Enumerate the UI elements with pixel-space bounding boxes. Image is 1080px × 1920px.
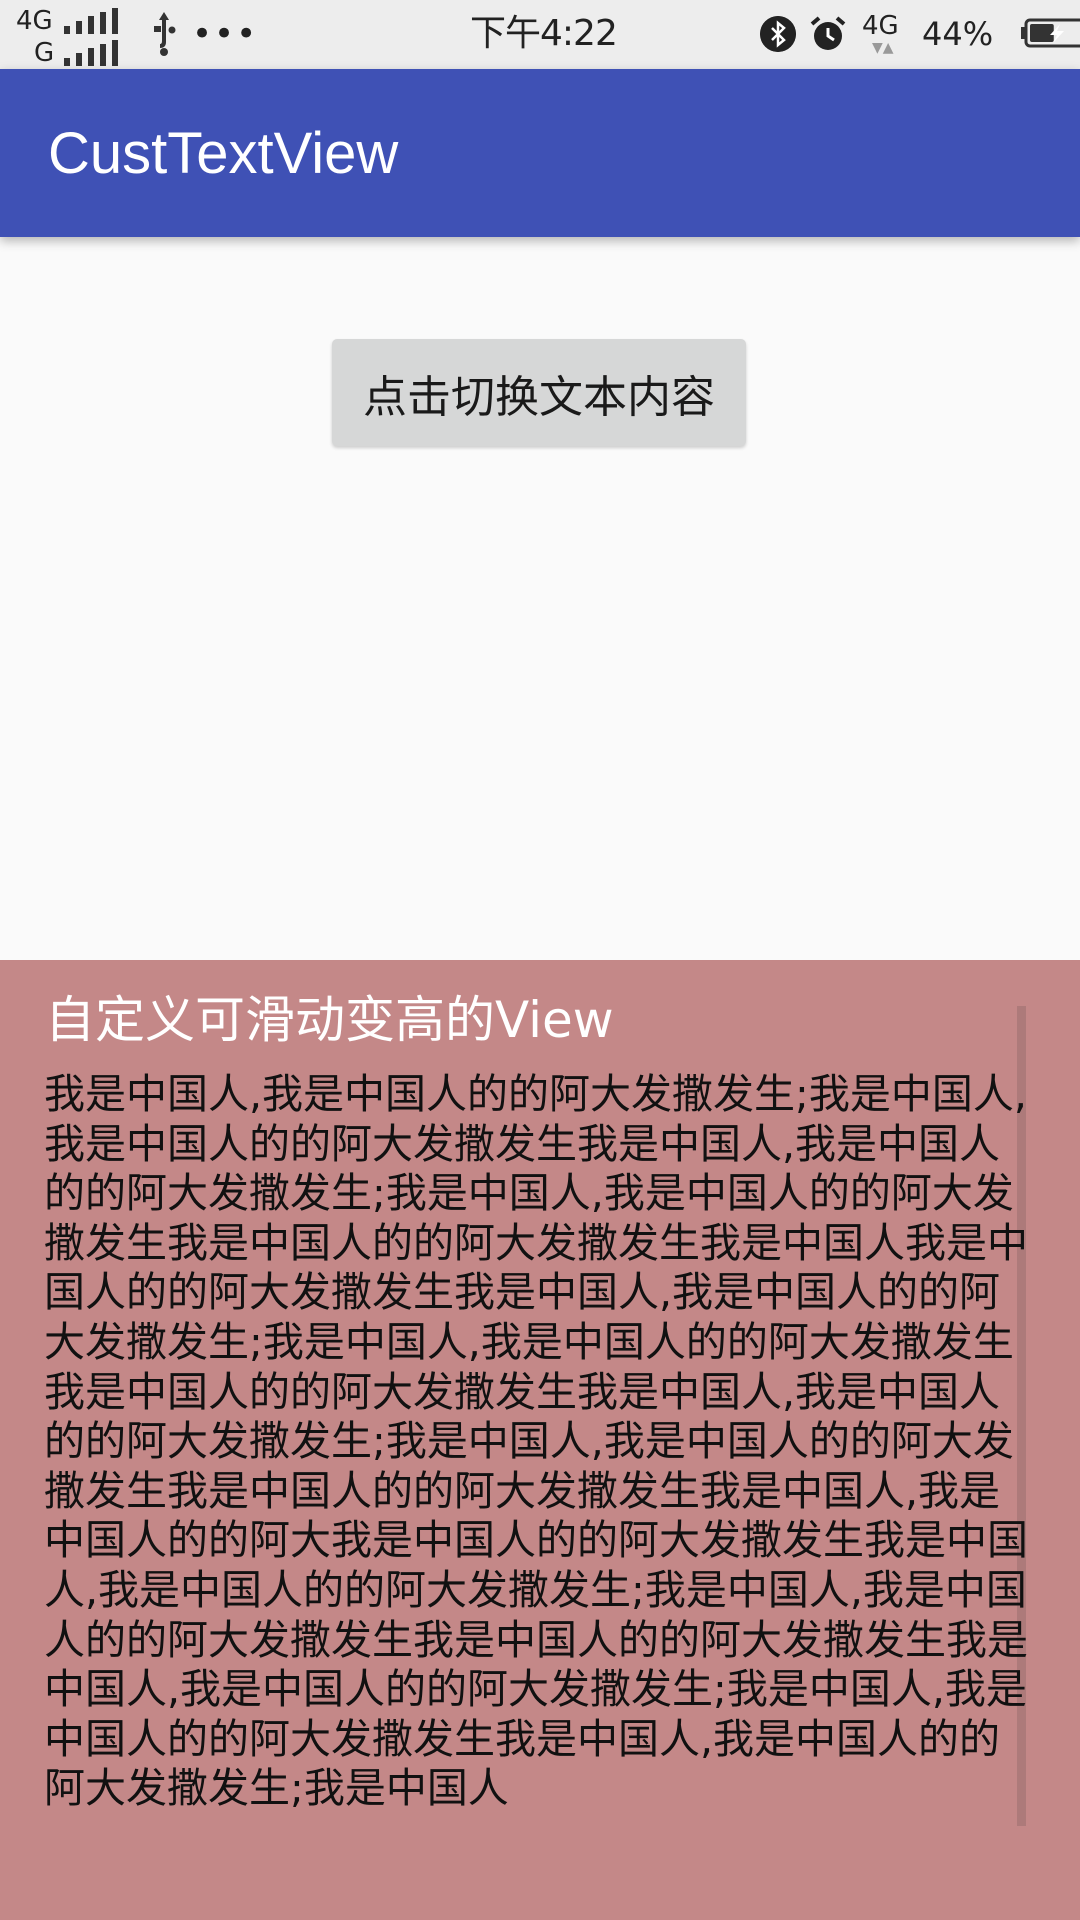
data-activity-icon: ▼▲	[872, 40, 894, 56]
network-type-bottom: G	[34, 38, 55, 68]
signal-indicator: 4G G	[16, 6, 124, 68]
battery-percent: 44%	[922, 15, 994, 53]
more-notifications-icon: •••	[192, 14, 259, 54]
clock: 下午4:22	[470, 13, 618, 54]
custom-view-text: 我是中国人,我是中国人的的阿大发撒发生;我是中国人,我是中国人的的阿大发撒发生我…	[44, 1070, 1028, 1813]
usb-icon	[154, 12, 176, 56]
signal-bars-icon	[64, 8, 124, 34]
mobile-data-label: 4G	[862, 11, 899, 41]
bluetooth-icon	[760, 16, 796, 52]
custom-scroll-view[interactable]: 自定义可滑动变高的View 我是中国人,我是中国人的的阿大发撒发生;我是中国人,…	[0, 960, 1080, 1920]
signal-bars-icon	[64, 40, 124, 66]
app-title: CustTextView	[48, 121, 399, 186]
status-bar: 4G G ••• 下午4:22 4G ▼▲ 44%	[0, 0, 1080, 69]
screen: 4G G ••• 下午4:22 4G ▼▲ 44% CustTextView 点…	[0, 0, 1080, 1920]
network-type-top: 4G	[16, 6, 53, 36]
app-bar: CustTextView	[0, 69, 1080, 237]
alarm-icon	[810, 16, 846, 50]
battery-charging-icon	[1021, 18, 1080, 48]
custom-view-title: 自定义可滑动变高的View	[45, 991, 614, 1049]
toggle-text-button[interactable]: 点击切换文本内容	[332, 339, 746, 446]
